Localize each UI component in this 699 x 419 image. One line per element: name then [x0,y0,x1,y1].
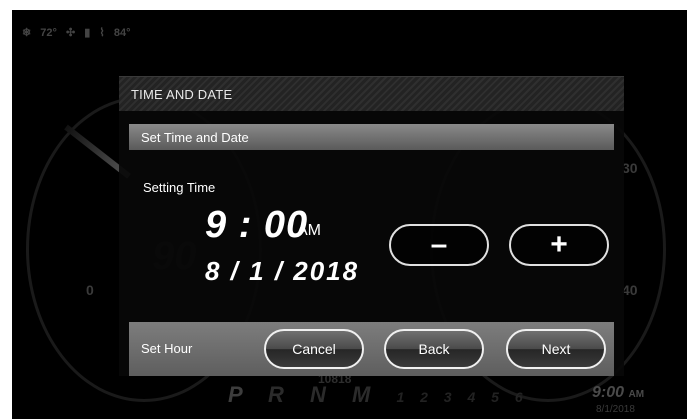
cancel-button[interactable]: Cancel [264,329,364,369]
gear-current: P [228,382,252,407]
back-button[interactable]: Back [384,329,484,369]
signal-icon: ▮ [84,27,91,39]
increment-button[interactable]: + [509,224,609,266]
ampm-indicator: AM [297,222,321,239]
gauge-label-40: 40 [622,282,638,298]
time-date-dialog: TIME AND DATE Set Time and Date Setting … [119,76,624,376]
date-display: 8 / 1 / 2018 [205,256,360,286]
bottom-action-bar: Set Hour Cancel Back Next [129,322,614,376]
dialog-title-bar: TIME AND DATE [119,76,624,111]
thermometer-icon: ⌇ [99,27,105,39]
status-temp-2: 84° [113,27,131,39]
bottom-bar-label: Set Hour [141,341,193,356]
time-display: 9 : 00 [205,204,309,246]
gear-numbers: 1 2 3 4 5 6 [396,389,529,405]
next-button[interactable]: Next [506,329,606,369]
gear-others: R N M [267,382,381,407]
display-screen: ❄ 72° ✣ ▮ ⌇ 84° 0 30 40 90 10818 P R N M… [12,10,687,419]
dialog-title: TIME AND DATE [131,87,233,102]
gauge-label-30: 30 [622,160,638,176]
setting-label: Setting Time [143,180,216,195]
status-temp-1: 72° [40,27,57,39]
decrement-button[interactable]: – [389,224,489,266]
background-clock-ampm: AM [628,389,645,400]
background-date: 8/1/2018 [596,404,635,415]
section-header: Set Time and Date [129,124,614,150]
gear-indicator: P R N M 1 2 3 4 5 6 [228,382,529,408]
section-header-label: Set Time and Date [141,130,249,145]
snowflake-icon: ❄ [22,27,32,39]
status-bar: ❄ 72° ✣ ▮ ⌇ 84° [22,26,136,39]
fan-icon: ✣ [65,27,76,39]
gauge-label-0: 0 [86,282,94,298]
background-clock-time: 9:00 [592,384,625,401]
background-clock: 9:00 AM [592,384,644,402]
